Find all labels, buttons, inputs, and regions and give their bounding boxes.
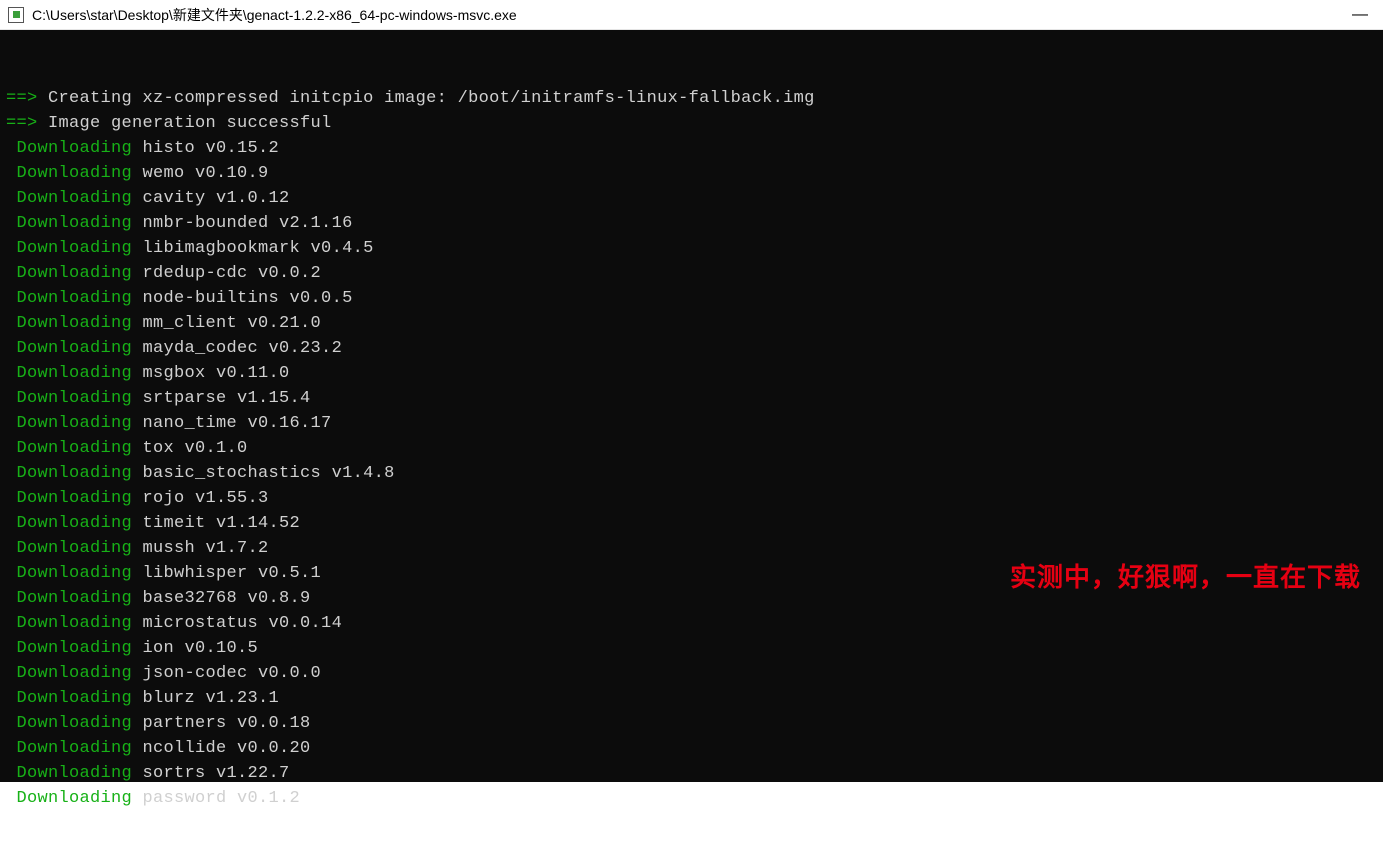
downloading-label: Downloading (6, 214, 132, 233)
terminal-line: ==> Creating xz-compressed initcpio imag… (6, 86, 1375, 111)
package-name: msgbox v0.11.0 (132, 364, 290, 383)
package-name: json-codec v0.0.0 (132, 664, 321, 683)
downloading-label: Downloading (6, 289, 132, 308)
download-line: Downloading timeit v1.14.52 (6, 511, 1375, 536)
downloading-label: Downloading (6, 789, 132, 808)
package-name: basic_stochastics v1.4.8 (132, 464, 395, 483)
downloading-label: Downloading (6, 439, 132, 458)
arrow-prefix: ==> (6, 114, 38, 133)
downloading-label: Downloading (6, 589, 132, 608)
terminal-line: ==> Image generation successful (6, 111, 1375, 136)
downloading-label: Downloading (6, 164, 132, 183)
download-line: Downloading json-codec v0.0.0 (6, 661, 1375, 686)
download-line: Downloading sortrs v1.22.7 (6, 761, 1375, 786)
package-name: libwhisper v0.5.1 (132, 564, 321, 583)
package-name: ion v0.10.5 (132, 639, 258, 658)
download-line: Downloading rdedup-cdc v0.0.2 (6, 261, 1375, 286)
download-line: Downloading mm_client v0.21.0 (6, 311, 1375, 336)
download-line: Downloading wemo v0.10.9 (6, 161, 1375, 186)
downloading-label: Downloading (6, 314, 132, 333)
window-title: C:\Users\star\Desktop\新建文件夹\genact-1.2.2… (32, 5, 1375, 25)
package-name: blurz v1.23.1 (132, 689, 279, 708)
window-controls: — (1337, 0, 1383, 30)
download-line: Downloading cavity v1.0.12 (6, 186, 1375, 211)
downloading-label: Downloading (6, 539, 132, 558)
terminal-output[interactable]: ==> Creating xz-compressed initcpio imag… (0, 30, 1383, 782)
downloading-label: Downloading (6, 664, 132, 683)
arrow-prefix: ==> (6, 89, 38, 108)
downloading-label: Downloading (6, 564, 132, 583)
download-line: Downloading nmbr-bounded v2.1.16 (6, 211, 1375, 236)
package-name: tox v0.1.0 (132, 439, 248, 458)
package-name: mussh v1.7.2 (132, 539, 269, 558)
download-line: Downloading libimagbookmark v0.4.5 (6, 236, 1375, 261)
downloading-label: Downloading (6, 739, 132, 758)
package-name: timeit v1.14.52 (132, 514, 300, 533)
download-line: Downloading mayda_codec v0.23.2 (6, 336, 1375, 361)
downloading-label: Downloading (6, 464, 132, 483)
downloading-label: Downloading (6, 189, 132, 208)
package-name: password v0.1.2 (132, 789, 300, 808)
package-name: nmbr-bounded v2.1.16 (132, 214, 353, 233)
package-name: libimagbookmark v0.4.5 (132, 239, 374, 258)
minimize-button[interactable]: — (1337, 0, 1383, 30)
downloading-label: Downloading (6, 414, 132, 433)
package-name: cavity v1.0.12 (132, 189, 290, 208)
downloading-label: Downloading (6, 389, 132, 408)
downloading-label: Downloading (6, 639, 132, 658)
package-name: ncollide v0.0.20 (132, 739, 311, 758)
download-line: Downloading rojo v1.55.3 (6, 486, 1375, 511)
download-line: Downloading microstatus v0.0.14 (6, 611, 1375, 636)
header-text: Creating xz-compressed initcpio image: /… (38, 89, 815, 108)
downloading-label: Downloading (6, 139, 132, 158)
downloading-label: Downloading (6, 714, 132, 733)
package-name: nano_time v0.16.17 (132, 414, 332, 433)
download-line: Downloading ion v0.10.5 (6, 636, 1375, 661)
download-line: Downloading node-builtins v0.0.5 (6, 286, 1375, 311)
package-name: rojo v1.55.3 (132, 489, 269, 508)
download-line: Downloading ncollide v0.0.20 (6, 736, 1375, 761)
package-name: sortrs v1.22.7 (132, 764, 290, 783)
downloading-label: Downloading (6, 339, 132, 358)
downloading-label: Downloading (6, 264, 132, 283)
downloading-label: Downloading (6, 239, 132, 258)
downloading-label: Downloading (6, 489, 132, 508)
app-icon (8, 7, 24, 23)
package-name: base32768 v0.8.9 (132, 589, 311, 608)
download-line: Downloading histo v0.15.2 (6, 136, 1375, 161)
annotation-overlay: 实测中，好狠啊，一直在下载 (1010, 565, 1361, 590)
download-line: Downloading nano_time v0.16.17 (6, 411, 1375, 436)
package-name: partners v0.0.18 (132, 714, 311, 733)
download-line: Downloading srtparse v1.15.4 (6, 386, 1375, 411)
downloading-label: Downloading (6, 514, 132, 533)
window-titlebar[interactable]: C:\Users\star\Desktop\新建文件夹\genact-1.2.2… (0, 0, 1383, 30)
download-line: Downloading msgbox v0.11.0 (6, 361, 1375, 386)
package-name: mm_client v0.21.0 (132, 314, 321, 333)
package-name: node-builtins v0.0.5 (132, 289, 353, 308)
downloading-label: Downloading (6, 614, 132, 633)
package-name: srtparse v1.15.4 (132, 389, 311, 408)
package-name: mayda_codec v0.23.2 (132, 339, 342, 358)
download-line: Downloading blurz v1.23.1 (6, 686, 1375, 711)
download-line: Downloading tox v0.1.0 (6, 436, 1375, 461)
package-name: rdedup-cdc v0.0.2 (132, 264, 321, 283)
download-line: Downloading password v0.1.2 (6, 786, 1375, 811)
package-name: wemo v0.10.9 (132, 164, 269, 183)
download-line: Downloading basic_stochastics v1.4.8 (6, 461, 1375, 486)
downloading-label: Downloading (6, 364, 132, 383)
package-name: histo v0.15.2 (132, 139, 279, 158)
download-line: Downloading partners v0.0.18 (6, 711, 1375, 736)
package-name: microstatus v0.0.14 (132, 614, 342, 633)
header-text: Image generation successful (38, 114, 332, 133)
downloading-label: Downloading (6, 689, 132, 708)
downloading-label: Downloading (6, 764, 132, 783)
download-line: Downloading mussh v1.7.2 (6, 536, 1375, 561)
